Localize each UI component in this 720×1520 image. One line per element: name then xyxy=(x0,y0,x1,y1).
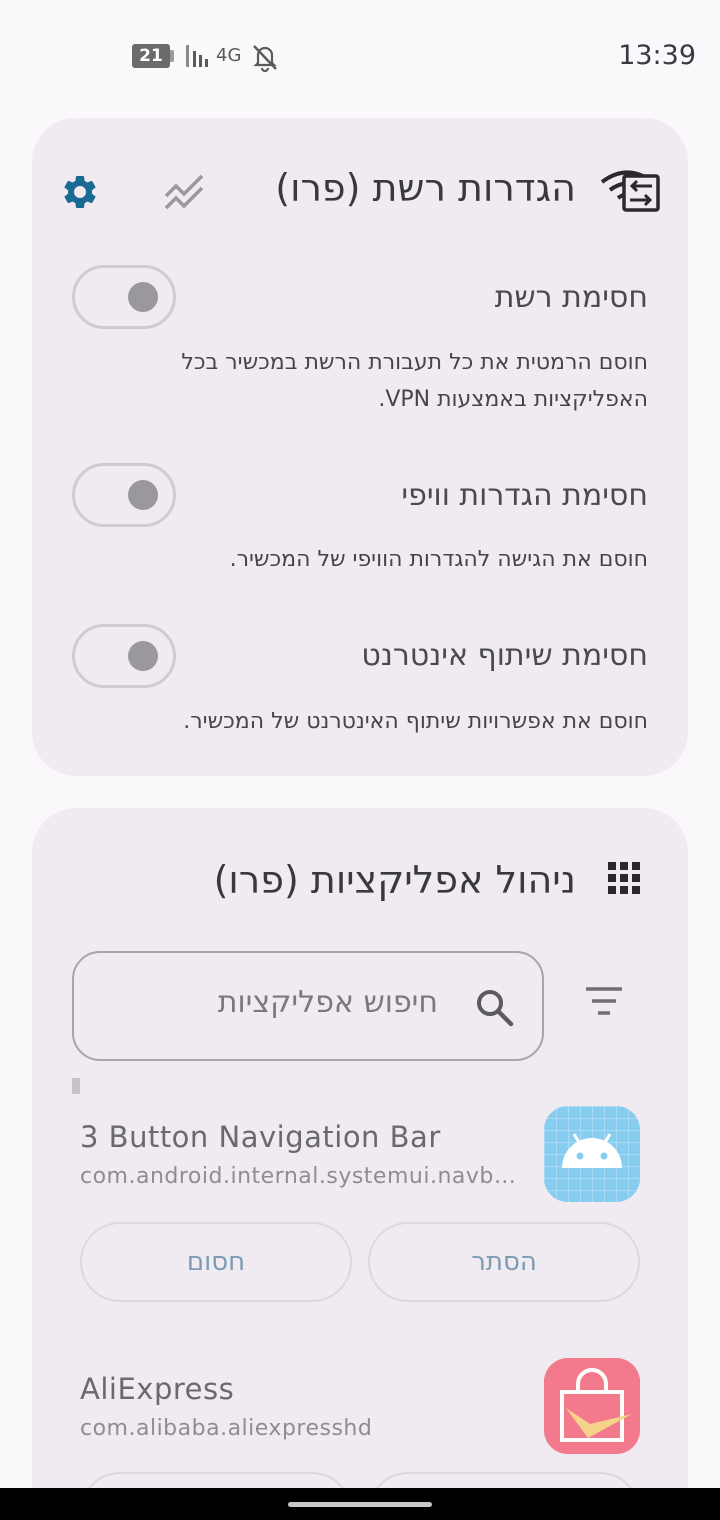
app-package: com.alibaba.aliexpresshd xyxy=(80,1416,373,1441)
apps-card-title: ניהול אפליקציות (פרו) xyxy=(213,858,576,902)
gear-icon[interactable] xyxy=(60,172,100,212)
app-name: 3 Button Navigation Bar xyxy=(80,1120,441,1154)
system-navigation-bar xyxy=(0,1488,720,1520)
network-block-toggle[interactable] xyxy=(72,265,176,329)
toggle-knob xyxy=(128,282,158,312)
chart-trend-icon[interactable] xyxy=(162,170,208,214)
network-card-title: הגדרות רשת (פרו) xyxy=(275,166,576,210)
tethering-block-toggle[interactable] xyxy=(72,624,176,688)
status-bar: 21 4G 13:39 xyxy=(0,0,720,110)
apps-grid-icon xyxy=(608,862,640,894)
aliexpress-app-icon xyxy=(544,1358,640,1454)
battery-cap xyxy=(170,50,174,62)
wifi-settings-block-title: חסימת הגדרות וויפי xyxy=(401,478,648,513)
wifi-settings-block-toggle[interactable] xyxy=(72,463,176,527)
battery-level: 21 xyxy=(139,46,163,66)
android-app-icon xyxy=(544,1106,640,1202)
tethering-block-title: חסימת שיתוף אינטרנט xyxy=(361,638,648,673)
gesture-handle[interactable] xyxy=(288,1502,432,1507)
app-package: com.android.internal.systemui.navb… xyxy=(80,1164,517,1189)
list-scroll-indicator xyxy=(72,1078,80,1094)
search-icon xyxy=(477,990,514,1027)
tethering-block-description: חוסם את אפשרויות שיתוף האינטרנט של המכשי… xyxy=(183,709,648,734)
wifi-switch-icon xyxy=(600,170,660,212)
network-block-title: חסימת רשת xyxy=(494,280,648,315)
signal-icon xyxy=(186,45,208,67)
apps-management-card: ניהול אפליקציות (פרו) חיפוש אפליקציות 3 … xyxy=(32,808,688,1520)
search-input[interactable]: חיפוש אפליקציות xyxy=(72,951,544,1061)
network-type: 4G xyxy=(216,45,242,66)
toggle-knob xyxy=(128,641,158,671)
battery-icon: 21 xyxy=(132,44,170,68)
clock: 13:39 xyxy=(618,40,696,71)
bell-off-icon xyxy=(253,45,277,72)
search-placeholder: חיפוש אפליקציות xyxy=(217,985,438,1020)
filter-icon[interactable] xyxy=(584,986,624,1018)
toggle-knob xyxy=(128,480,158,510)
wifi-settings-block-description: חוסם את הגישה להגדרות הוויפי של המכשיר. xyxy=(229,547,648,572)
network-block-description: חוסם הרמטית את כל תעבורת הרשת במכשיר בכל… xyxy=(181,350,648,412)
app-name: AliExpress xyxy=(80,1372,235,1406)
block-app-button[interactable]: חסום xyxy=(80,1222,352,1302)
hide-app-button[interactable]: הסתר xyxy=(368,1222,640,1302)
network-settings-card: הגדרות רשת (פרו) חסימת רשת חוסם הרמטית א… xyxy=(32,118,688,776)
